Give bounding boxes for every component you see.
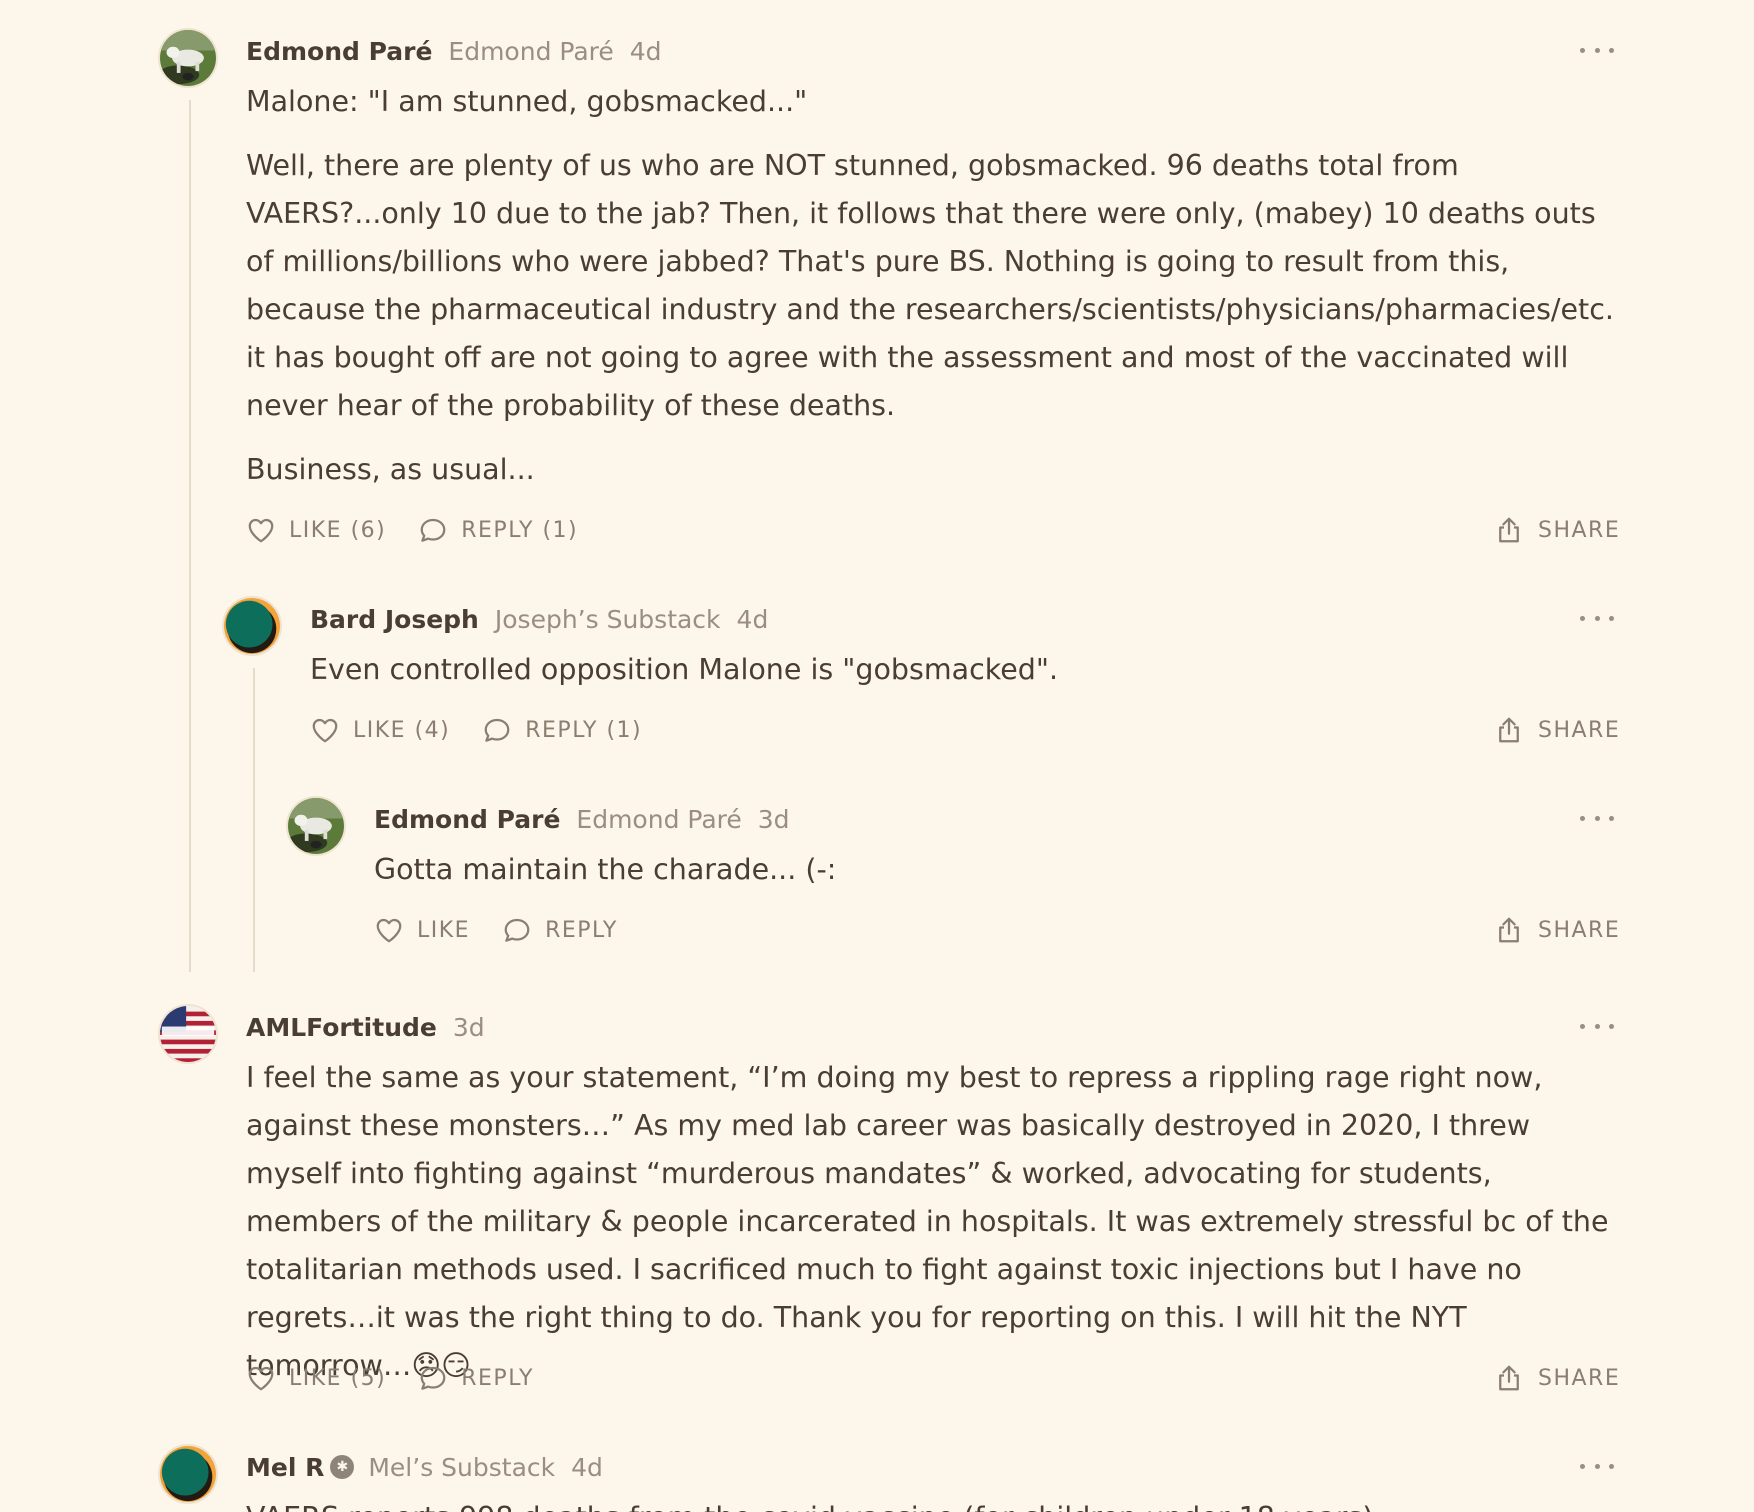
comment-paragraph: Business, as usual... (246, 453, 535, 486)
share-label: SHARE (1538, 1365, 1621, 1391)
heart-icon (246, 1363, 276, 1393)
publication-name[interactable]: Mel’s Substack (368, 1453, 555, 1482)
more-options-icon[interactable] (1580, 608, 1614, 628)
comment-paragraph: Malone: "I am stunned, gobsmacked..." (246, 85, 808, 118)
timestamp[interactable]: 3d (453, 1013, 485, 1042)
comment-actions: LIKE (5) REPLY (246, 1360, 566, 1396)
share-button[interactable]: SHARE (1494, 712, 1620, 748)
share-label: SHARE (1538, 517, 1621, 543)
comment-bubble-icon (418, 515, 448, 545)
default-substack-avatar[interactable] (222, 596, 282, 656)
comment-paragraph: I feel the same as your statement, “I’m … (246, 1061, 1609, 1382)
heart-icon (310, 715, 340, 745)
dog-photo-avatar[interactable] (158, 28, 218, 88)
publication-name[interactable]: Edmond Paré (576, 805, 741, 834)
reply-label: REPLY (545, 917, 618, 943)
dog-photo-avatar[interactable] (286, 796, 346, 856)
like-button[interactable]: LIKE (374, 915, 470, 945)
publication-name[interactable]: Joseph’s Substack (495, 605, 721, 634)
timestamp[interactable]: 3d (758, 805, 790, 834)
comment-body: I feel the same as your statement, “I’m … (246, 1054, 1618, 1390)
like-button[interactable]: LIKE (4) (310, 715, 450, 745)
heart-icon (374, 915, 404, 945)
author-name[interactable]: Mel R (246, 1453, 324, 1482)
reply-button[interactable]: REPLY (1) (482, 715, 642, 745)
comment-paragraph: Even controlled opposition Malone is "go… (310, 653, 1059, 686)
more-options-icon[interactable] (1580, 808, 1614, 828)
author-name[interactable]: Edmond Paré (246, 37, 432, 66)
comment-body: Gotta maintain the charade... (-: (374, 846, 1574, 894)
author-name[interactable]: AMLFortitude (246, 1013, 437, 1042)
share-button[interactable]: SHARE (1494, 1360, 1620, 1396)
reply-label: REPLY (461, 1365, 534, 1391)
share-icon (1494, 715, 1524, 745)
comment-actions: LIKE (4) REPLY (1) (310, 712, 674, 748)
comment-body: Even controlled opposition Malone is "go… (310, 646, 1610, 694)
timestamp[interactable]: 4d (737, 605, 769, 634)
founding-badge-icon[interactable]: ✱ (330, 1455, 355, 1479)
reply-button[interactable]: REPLY (418, 1363, 534, 1393)
share-icon (1494, 1363, 1524, 1393)
comment-actions: LIKE (6) REPLY (1) (246, 512, 610, 548)
comment-actions: LIKE REPLY (374, 912, 650, 948)
comment-bubble-icon (482, 715, 512, 745)
share-icon (1494, 915, 1524, 945)
more-options-icon[interactable] (1580, 1016, 1614, 1036)
like-label: LIKE (6) (289, 517, 387, 543)
like-button[interactable]: LIKE (5) (246, 1363, 386, 1393)
timestamp[interactable]: 4d (630, 37, 662, 66)
like-label: LIKE (417, 917, 471, 943)
comment-body: Malone: "I am stunned, gobsmacked..." We… (246, 78, 1618, 494)
us-flag-avatar[interactable] (158, 1004, 218, 1064)
comment-body: VAERS reports 998 deaths from the covid … (246, 1494, 1618, 1512)
like-label: LIKE (4) (353, 717, 451, 743)
thread-line (253, 668, 255, 972)
comment-paragraph: Gotta maintain the charade... (-: (374, 853, 837, 886)
share-button[interactable]: SHARE (1494, 512, 1620, 548)
share-button[interactable]: SHARE (1494, 912, 1620, 948)
comment-paragraph: Well, there are plenty of us who are NOT… (246, 149, 1614, 422)
author-name[interactable]: Bard Joseph (310, 605, 479, 634)
share-icon (1494, 515, 1524, 545)
more-options-icon[interactable] (1580, 40, 1614, 60)
more-options-icon[interactable] (1580, 1456, 1614, 1476)
comment-header: AMLFortitude 3d (246, 1007, 485, 1047)
comment: Mel R ✱ Mel’s Substack 4d VAERS reports … (158, 1444, 1638, 1512)
share-label: SHARE (1538, 717, 1621, 743)
comment-paragraph: VAERS reports 998 deaths from the covid … (246, 1494, 1618, 1512)
like-label: LIKE (5) (289, 1365, 387, 1391)
comment-header: Edmond Paré Edmond Paré 4d (246, 31, 662, 71)
reply-button[interactable]: REPLY (502, 915, 618, 945)
thread-line (189, 100, 191, 972)
reply-button[interactable]: REPLY (1) (418, 515, 578, 545)
publication-name[interactable]: Edmond Paré (448, 37, 613, 66)
default-substack-avatar[interactable] (158, 1444, 218, 1504)
share-label: SHARE (1538, 917, 1621, 943)
heart-icon (246, 515, 276, 545)
like-button[interactable]: LIKE (6) (246, 515, 386, 545)
timestamp[interactable]: 4d (571, 1453, 603, 1482)
comment-bubble-icon (502, 915, 532, 945)
comment-header: Mel R ✱ Mel’s Substack 4d (246, 1447, 603, 1487)
comment-header: Edmond Paré Edmond Paré 3d (374, 799, 790, 839)
reply-label: REPLY (1) (525, 717, 643, 743)
reply-label: REPLY (1) (461, 517, 579, 543)
comment-header: Bard Joseph Joseph’s Substack 4d (310, 599, 768, 639)
author-name[interactable]: Edmond Paré (374, 805, 560, 834)
comment-bubble-icon (418, 1363, 448, 1393)
